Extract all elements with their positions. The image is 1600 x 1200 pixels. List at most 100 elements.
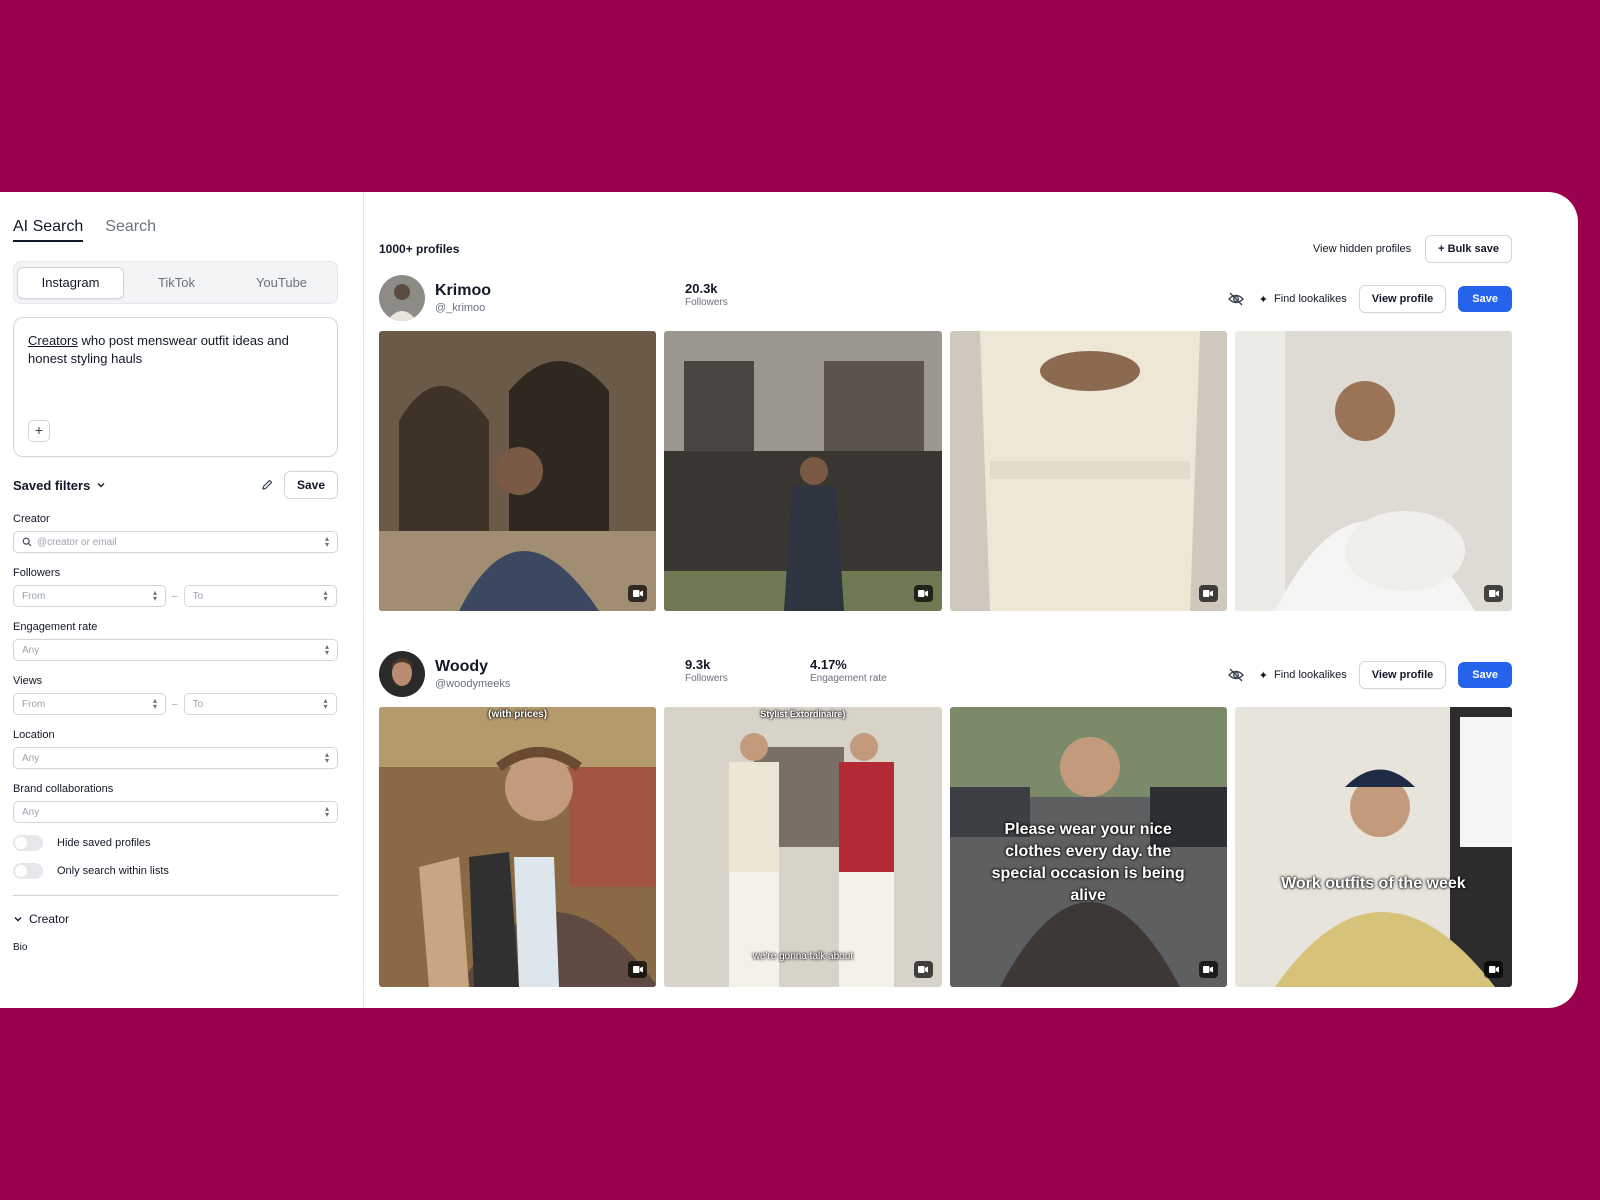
- eye-off-icon: [1227, 668, 1244, 682]
- engagement-select[interactable]: Any ▴ ▾: [13, 639, 338, 661]
- post-thumbnail[interactable]: [664, 331, 942, 611]
- engagement-value: 4.17%: [810, 657, 847, 672]
- platform-tiktok[interactable]: TikTok: [124, 267, 229, 299]
- platform-selector: Instagram TikTok YouTube: [13, 261, 338, 304]
- hide-saved-row: Hide saved profiles: [13, 835, 337, 851]
- post-thumbnail[interactable]: [1234, 331, 1512, 611]
- creator-handle: @_krimoo: [435, 302, 486, 314]
- range-dash: –: [172, 698, 178, 710]
- post-caption: Please wear your nice clothes every day.…: [991, 821, 1185, 904]
- followers-from-select[interactable]: From ▴ ▾: [13, 585, 166, 607]
- hide-saved-toggle[interactable]: [13, 835, 43, 851]
- tab-ai-search[interactable]: AI Search: [13, 218, 84, 242]
- views-from-select[interactable]: From ▴ ▾: [13, 693, 166, 715]
- tab-search[interactable]: Search: [105, 218, 156, 242]
- search-mode-tabs: AI Search Search: [13, 218, 337, 242]
- ai-prompt-textarea[interactable]: Creators who post menswear outfit ideas …: [13, 317, 338, 457]
- lists-only-label: Only search within lists: [57, 865, 169, 877]
- followers-from-text: From: [22, 590, 46, 602]
- followers-to-select[interactable]: To ▴ ▾: [183, 585, 337, 607]
- lists-only-toggle[interactable]: [13, 863, 43, 879]
- find-lookalikes-label: Find lookalikes: [1273, 293, 1347, 305]
- creator-filter-label: Creator: [13, 513, 50, 525]
- sidebar-divider: [13, 895, 338, 896]
- post-thumbnail[interactable]: Please wear your nice clothes every day.…: [949, 707, 1227, 987]
- avatar[interactable]: [379, 275, 425, 321]
- location-filter-label: Location: [13, 729, 55, 741]
- saved-filters-dropdown[interactable]: Saved filters: [13, 478, 106, 493]
- creator-search-input[interactable]: @creator or email ▴ ▾: [13, 531, 338, 553]
- chevron-updown-icon: ▴ ▾: [152, 588, 157, 603]
- media-row: (with prices) Stylist Extordinaire) we'r…: [379, 707, 1512, 987]
- hide-profile-button[interactable]: [1225, 664, 1247, 686]
- prompt-underlined-word: Creators: [28, 333, 78, 348]
- results-count: 1000+ profiles: [379, 242, 460, 256]
- creator-section-toggle[interactable]: Creator: [13, 912, 337, 926]
- media-row: [379, 331, 1512, 611]
- chevron-down-icon: [97, 483, 105, 488]
- add-prompt-button[interactable]: +: [28, 420, 50, 442]
- view-profile-button[interactable]: View profile: [1358, 661, 1447, 689]
- followers-to-text: To: [192, 590, 204, 602]
- engagement-filter-label: Engagement rate: [13, 621, 98, 633]
- post-subtitle: we're gonna talk about: [752, 951, 854, 962]
- avatar[interactable]: [379, 651, 425, 697]
- followers-filter-label: Followers: [13, 567, 61, 579]
- results-header: 1000+ profiles View hidden profiles + Bu…: [379, 235, 1512, 263]
- view-profile-button[interactable]: View profile: [1358, 285, 1447, 313]
- views-to-select[interactable]: To ▴ ▾: [183, 693, 337, 715]
- engagement-label: Engagement rate: [810, 673, 887, 684]
- video-icon: [628, 961, 648, 978]
- platform-instagram[interactable]: Instagram: [17, 266, 124, 299]
- followers-range: From ▴ ▾ – To ▴ ▾: [13, 585, 338, 607]
- save-profile-button[interactable]: Save: [1458, 662, 1512, 688]
- hide-profile-button[interactable]: [1225, 288, 1247, 310]
- post-thumbnail[interactable]: Work outfits of the week: [1234, 707, 1512, 987]
- find-lookalikes-button[interactable]: ✦ Find lookalikes: [1259, 669, 1347, 682]
- views-range: From ▴ ▾ – To ▴ ▾: [13, 693, 338, 715]
- post-thumbnail[interactable]: [379, 331, 657, 611]
- profile-card: Krimoo @_krimoo 20.3k Followers ✦ Find l…: [379, 273, 1512, 611]
- ai-prompt-text: Creators who post menswear outfit ideas …: [28, 332, 323, 368]
- engagement-stat: 4.17% Engagement rate: [810, 657, 887, 684]
- chevron-updown-icon: ▴ ▾: [324, 750, 329, 765]
- creator-name[interactable]: Woody: [435, 658, 510, 676]
- saved-filters-row: Saved filters Save: [13, 471, 338, 499]
- save-profile-button[interactable]: Save: [1458, 286, 1512, 312]
- views-filter-label: Views: [13, 675, 43, 687]
- video-icon: [913, 961, 933, 978]
- hide-saved-label: Hide saved profiles: [57, 837, 151, 849]
- filter-sidebar: AI Search Search Instagram TikTok YouTub…: [0, 192, 364, 1008]
- followers-stat: 20.3k Followers: [685, 281, 728, 308]
- range-dash: –: [172, 590, 178, 602]
- find-lookalikes-button[interactable]: ✦ Find lookalikes: [1259, 293, 1347, 306]
- chevron-updown-icon: ▴ ▾: [324, 804, 329, 819]
- search-icon: [22, 537, 32, 547]
- brand-filter-label: Brand collaborations: [13, 783, 114, 795]
- pencil-icon[interactable]: [260, 478, 274, 492]
- post-thumbnail[interactable]: Stylist Extordinaire) we're gonna talk a…: [664, 707, 942, 987]
- save-filters-button[interactable]: Save: [283, 471, 338, 499]
- bulk-save-button[interactable]: + Bulk save: [1425, 235, 1512, 263]
- view-hidden-profiles-button[interactable]: View hidden profiles: [1313, 243, 1411, 255]
- followers-label: Followers: [685, 673, 728, 684]
- eye-off-icon: [1227, 292, 1244, 306]
- post-thumbnail[interactable]: (with prices): [379, 707, 657, 987]
- post-thumbnail[interactable]: [949, 331, 1227, 611]
- location-select[interactable]: Any ▴ ▾: [13, 747, 338, 769]
- platform-youtube[interactable]: YouTube: [229, 267, 334, 299]
- video-icon: [1198, 961, 1218, 978]
- chevron-updown-icon: ▴ ▾: [323, 588, 328, 603]
- location-value: Any: [22, 752, 40, 764]
- creator-placeholder: @creator or email: [37, 536, 117, 548]
- engagement-value: Any: [22, 644, 40, 656]
- brand-select[interactable]: Any ▴ ▾: [13, 801, 338, 823]
- followers-stat: 9.3k Followers: [685, 657, 728, 684]
- chevron-down-icon: [14, 917, 22, 922]
- chevron-updown-icon: ▴ ▾: [324, 534, 329, 549]
- views-to-text: To: [192, 698, 204, 710]
- followers-value: 20.3k: [685, 281, 718, 296]
- sparkle-icon: ✦: [1258, 293, 1268, 306]
- creator-name[interactable]: Krimoo: [435, 282, 491, 300]
- creator-section-title: Creator: [29, 912, 70, 926]
